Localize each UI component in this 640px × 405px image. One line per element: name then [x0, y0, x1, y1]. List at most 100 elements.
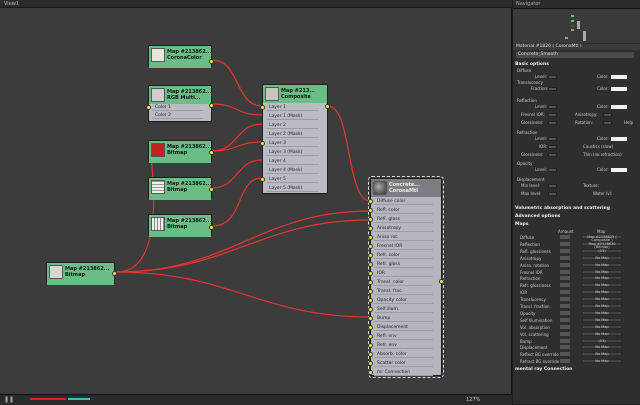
map-button[interactable]: (03) — [582, 338, 622, 343]
thin-checkbox[interactable]: Thin (no refraction) — [583, 152, 622, 157]
input-socket[interactable] — [368, 316, 373, 321]
slot-layer-5[interactable]: Layer 5 — [266, 176, 319, 183]
input-socket[interactable] — [368, 361, 373, 366]
map-amount-input[interactable] — [560, 283, 570, 288]
input-socket[interactable] — [260, 105, 265, 110]
map-amount-input[interactable] — [560, 345, 570, 350]
slot-transl-frac[interactable]: Transl. frac. — [374, 288, 433, 295]
map-slot-name[interactable]: Translucency — [520, 297, 546, 302]
input-socket[interactable] — [368, 307, 373, 312]
map-slot-name[interactable]: Transl. fraction — [520, 304, 550, 309]
input-socket[interactable] — [368, 217, 373, 222]
slot-layer-5-mask[interactable]: Layer 5 (Mask) — [266, 185, 319, 192]
material-name-field[interactable]: Concrete_Smooth — [516, 52, 634, 58]
input-socket[interactable] — [368, 253, 373, 258]
map-slot-name[interactable]: Anisotropy — [520, 256, 541, 261]
map-slot-name[interactable]: Aniso. rotation — [520, 263, 549, 268]
map-button[interactable]: No Map — [582, 304, 622, 308]
map-slot-name[interactable]: IOR — [520, 290, 527, 295]
slot-anisotropy[interactable]: Anisotropy — [374, 225, 433, 232]
map-slot-name[interactable]: Reflection — [520, 242, 540, 247]
map-button[interactable]: No Map — [582, 276, 622, 281]
map-amount-input[interactable] — [560, 338, 570, 343]
map-amount-input[interactable] — [560, 262, 570, 267]
input-socket[interactable] — [368, 271, 373, 276]
map-slot-name[interactable]: Displacement — [520, 345, 548, 350]
pause-icon[interactable]: ❚❚ — [4, 396, 14, 403]
map-slot-name[interactable]: Refl. glossiness — [520, 249, 551, 254]
slot-mr-connection[interactable]: mr Connection — [374, 369, 433, 376]
slot-layer-3[interactable]: Layer 3 — [266, 140, 319, 147]
output-socket[interactable] — [209, 187, 214, 192]
map-button[interactable]: No Map — [582, 359, 622, 364]
slot-displacement[interactable]: Displacement — [374, 324, 433, 331]
help-label[interactable]: Help — [624, 120, 633, 125]
slot-refl-color[interactable]: Refl. color — [374, 207, 433, 214]
output-socket[interactable] — [209, 103, 214, 108]
slot-transl-color[interactable]: Transl. color — [374, 279, 433, 286]
map-button[interactable]: No Map — [582, 331, 622, 336]
node-bitmap-red[interactable]: Map #213862... Bitmap — [148, 140, 214, 163]
rotation-input[interactable] — [603, 121, 612, 125]
slot-diffuse-color[interactable]: Diffuse color — [374, 198, 433, 205]
input-socket[interactable] — [368, 262, 373, 267]
navigator-view[interactable] — [513, 9, 640, 43]
input-socket[interactable] — [368, 208, 373, 213]
diffuse-color-swatch[interactable] — [611, 75, 627, 79]
slot-absorb-color[interactable]: Absorb. color — [374, 351, 433, 358]
slot-color-1[interactable]: Color 1 — [152, 104, 203, 111]
map-slot-name[interactable]: Self Illumination — [520, 318, 552, 323]
map-amount-input[interactable] — [560, 304, 570, 308]
node-bitmap-left[interactable]: Map #213862... Bitmap — [46, 262, 117, 285]
slot-scatter-color[interactable]: Scatter color — [374, 360, 433, 367]
ior-input[interactable] — [548, 145, 557, 149]
slot-bump[interactable]: Bump — [374, 315, 433, 322]
caustics-checkbox[interactable]: Caustics (slow) — [583, 144, 613, 149]
slot-layer-1-mask[interactable]: Layer 1 (Mask) — [266, 113, 319, 120]
node-concrete-coronamtl[interactable]: Concrete... CoronaMtl Diffuse color Refl.… — [368, 176, 444, 378]
input-socket[interactable] — [368, 280, 373, 285]
slot-opacity-color[interactable]: Opacity color — [374, 297, 433, 304]
slot-refl-env[interactable]: Refl. env — [374, 333, 433, 340]
input-socket[interactable] — [368, 235, 373, 240]
map-amount-input[interactable] — [560, 324, 570, 329]
map-button[interactable]: No Map — [582, 283, 622, 288]
map-amount-input[interactable] — [560, 317, 570, 322]
input-socket[interactable] — [260, 177, 265, 182]
map-slot-name[interactable]: Refr. glossiness — [520, 283, 551, 288]
map-button[interactable]: No Map — [582, 269, 622, 274]
map-amount-input[interactable] — [560, 255, 570, 260]
map-amount-input[interactable] — [560, 290, 570, 295]
map-button[interactable]: No Map — [582, 352, 622, 357]
input-socket[interactable] — [368, 289, 373, 294]
input-socket[interactable] — [368, 334, 373, 339]
map-slot-name[interactable]: Diffuse — [520, 235, 534, 240]
slot-layer-4-mask[interactable]: Layer 4 (Mask) — [266, 167, 319, 174]
map-slot-name[interactable]: Vol. absorption — [520, 325, 550, 330]
section-mental-ray[interactable]: mental ray Connection — [515, 367, 637, 372]
map-button[interactable]: No Map — [582, 324, 622, 329]
glossiness-input[interactable] — [548, 121, 557, 125]
output-socket[interactable] — [209, 150, 214, 155]
opacity-level-input[interactable] — [548, 168, 557, 172]
node-bitmap-2[interactable]: Map #213862... Bitmap — [148, 177, 214, 200]
map-amount-input[interactable] — [560, 359, 570, 364]
input-socket[interactable] — [368, 325, 373, 330]
output-socket[interactable] — [209, 59, 214, 64]
slot-aniso-rot[interactable]: Aniso rot. — [374, 234, 433, 241]
slot-refr-gloss[interactable]: Refr. gloss — [374, 261, 433, 268]
map-button[interactable]: Map #2138630 (Bitmap) — [582, 241, 622, 249]
map-amount-input[interactable] — [560, 276, 570, 281]
node-editor-view[interactable]: View1 Map #213862... CoronaColor Map #21… — [0, 0, 512, 405]
node-composite[interactable]: Map #213... Composite Layer 1 Layer 1 (M… — [260, 84, 330, 194]
map-amount-input[interactable] — [560, 310, 570, 315]
slot-self-illum[interactable]: Self illum. — [374, 306, 433, 313]
node-rgb-multiply[interactable]: Map #213862... RGB Multi... Color 1 Colo… — [146, 85, 214, 122]
map-amount-input[interactable] — [560, 331, 570, 336]
input-socket[interactable] — [146, 105, 151, 110]
map-button[interactable]: No Map — [582, 317, 622, 322]
input-socket[interactable] — [368, 199, 373, 204]
map-slot-name[interactable]: Fresnel IOR — [520, 270, 543, 275]
map-button[interactable]: No Map — [582, 345, 622, 350]
translucency-color-swatch[interactable] — [611, 87, 627, 91]
